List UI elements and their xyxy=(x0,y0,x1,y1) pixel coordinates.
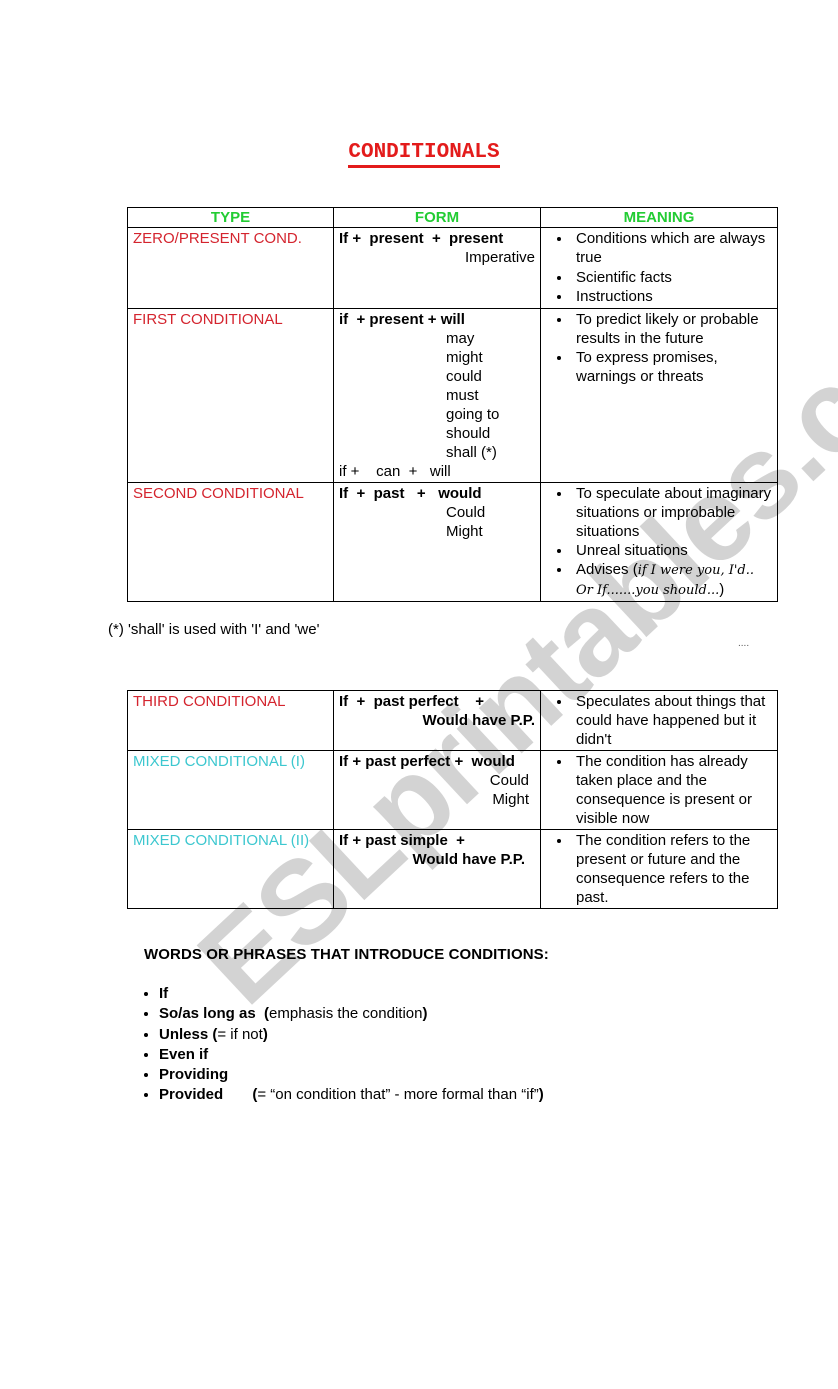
list-item: Providing xyxy=(159,1065,544,1085)
meaning-item: Unreal situations xyxy=(572,541,772,560)
word-close: ) xyxy=(538,1086,544,1104)
list-item: Unless (= if not) xyxy=(159,1025,544,1045)
form-sub: Might xyxy=(492,791,529,808)
footnote: (*) 'shall' is used with 'I' and 'we' xyxy=(108,621,320,638)
word-note: = “on condition that” - more formal than… xyxy=(257,1086,539,1104)
word-bold: If xyxy=(159,985,169,1002)
list-item: If xyxy=(159,984,544,1004)
word-bold: Provided ( xyxy=(159,1086,258,1104)
form-main: If + past perfect + xyxy=(339,693,485,710)
form-sub: Imperative xyxy=(464,249,535,266)
type-cell: ZERO/PRESENT COND. xyxy=(127,227,334,309)
table-row: ZERO/PRESENT COND. If + present + presen… xyxy=(127,227,778,309)
form-main: If + past + would xyxy=(339,485,482,502)
meaning-item: To express promises, warnings or threats xyxy=(572,348,772,386)
form-second: Would have P.P. xyxy=(422,712,535,729)
meaning-item: To predict likely or probable results in… xyxy=(572,310,772,348)
dots: .... xyxy=(738,638,750,649)
meaning-item: The condition has already taken place an… xyxy=(572,752,772,828)
type-cell: MIXED CONDITIONAL (I) xyxy=(127,750,334,830)
header-type: TYPE xyxy=(127,207,334,228)
word-bold: So/as long as ( xyxy=(159,1005,270,1023)
list-item: Provided (= “on condition that” - more f… xyxy=(159,1085,544,1105)
meaning-item-advise: Advises (if I were you, I'd.. Or If.....… xyxy=(572,560,772,600)
meaning-item: The condition refers to the present or f… xyxy=(572,831,772,907)
form-sub: shall (*) xyxy=(446,444,497,461)
form-main: If + past perfect + would xyxy=(339,753,515,770)
form-main: If + past simple + xyxy=(339,832,465,849)
word-close: ) xyxy=(422,1005,428,1023)
list-item: So/as long as (emphasis the condition) xyxy=(159,1004,544,1024)
table-row: FIRST CONDITIONAL if + present + will ma… xyxy=(127,308,778,483)
type-cell: THIRD CONDITIONAL xyxy=(127,690,334,751)
form-sub: Could xyxy=(446,504,486,521)
table-row: SECOND CONDITIONAL If + past + would Cou… xyxy=(127,482,778,602)
word-bold: Even if xyxy=(159,1045,209,1063)
meaning-item: Speculates about things that could have … xyxy=(572,692,772,749)
word-note: = if not xyxy=(217,1025,263,1043)
header-meaning: MEANING xyxy=(540,207,778,228)
form-cell: If + past simple + Would have P.P. xyxy=(333,829,541,909)
form-second: Would have P.P. xyxy=(412,851,525,868)
form-cell: If + past perfect + Would have P.P. xyxy=(333,690,541,751)
word-close: ) xyxy=(262,1025,268,1043)
form-sub: could xyxy=(446,368,482,385)
form-cell: If + past perfect + would Could Might xyxy=(333,750,541,830)
form-main: if + present + will xyxy=(339,311,465,328)
form-sub: should xyxy=(446,425,491,442)
header-form: FORM xyxy=(333,207,541,228)
meaning-cell: The condition refers to the present or f… xyxy=(540,829,778,909)
word-bold: Unless ( xyxy=(159,1025,218,1043)
meaning-item: Scientific facts xyxy=(572,268,772,287)
type-cell: FIRST CONDITIONAL xyxy=(127,308,334,483)
advise-label: Advises ( xyxy=(576,561,638,578)
form-sub: going to xyxy=(446,406,500,423)
conditionals-table: TYPE FORM MEANING ZERO/PRESENT COND. If … xyxy=(127,207,778,602)
table-row: MIXED CONDITIONAL (I) If + past perfect … xyxy=(127,750,778,830)
form-extra: if + can + will xyxy=(339,463,451,480)
form-main: If + present + present xyxy=(339,230,504,247)
words-list: If So/as long as (emphasis the condition… xyxy=(133,984,544,1106)
advise-close: ) xyxy=(719,581,725,598)
form-cell: If + present + present Imperative xyxy=(333,227,541,309)
form-sub: may xyxy=(446,330,475,347)
form-sub: must xyxy=(446,387,479,404)
form-sub: Could xyxy=(489,772,529,789)
form-cell: If + past + would Could Might xyxy=(333,482,541,602)
table-row: THIRD CONDITIONAL If + past perfect + Wo… xyxy=(127,690,778,751)
words-heading: WORDS OR PHRASES THAT INTRODUCE CONDITIO… xyxy=(144,946,549,963)
word-note: emphasis the condition xyxy=(269,1005,423,1023)
word-bold: Providing xyxy=(159,1066,229,1084)
meaning-cell: To predict likely or probable results in… xyxy=(540,308,778,483)
type-cell: SECOND CONDITIONAL xyxy=(127,482,334,602)
form-cell: if + present + will may might could must… xyxy=(333,308,541,483)
form-sub: Might xyxy=(446,523,483,540)
meaning-item: Conditions which are always true xyxy=(572,229,772,267)
meaning-cell: Speculates about things that could have … xyxy=(540,690,778,751)
table-row: MIXED CONDITIONAL (II) If + past simple … xyxy=(127,829,778,909)
meaning-cell: Conditions which are always true Scienti… xyxy=(540,227,778,309)
meaning-item: To speculate about imaginary situations … xyxy=(572,484,772,541)
conditionals-table-2: THIRD CONDITIONAL If + past perfect + Wo… xyxy=(127,690,778,909)
type-cell: MIXED CONDITIONAL (II) xyxy=(127,829,334,909)
meaning-cell: The condition has already taken place an… xyxy=(540,750,778,830)
table-header-row: TYPE FORM MEANING xyxy=(127,207,778,228)
meaning-cell: To speculate about imaginary situations … xyxy=(540,482,778,602)
form-sub: might xyxy=(446,349,483,366)
meaning-item: Instructions xyxy=(572,287,772,306)
page-title: CONDITIONALS xyxy=(0,141,838,168)
list-item: Even if xyxy=(159,1045,544,1065)
